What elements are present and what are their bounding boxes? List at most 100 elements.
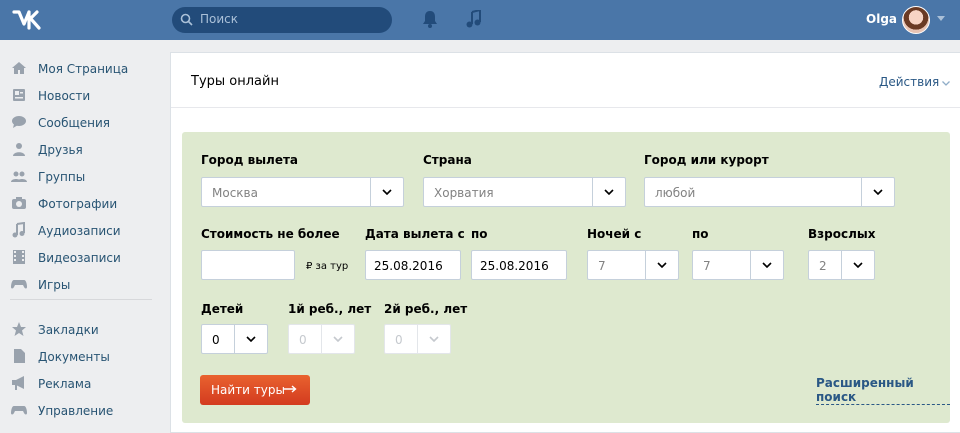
sidebar-item-manage[interactable]: Управление [0,397,160,423]
sidebar-item-label: Группы [38,170,86,184]
top-bar: Поиск Olga [0,0,960,40]
adults-select[interactable]: 2 [808,250,875,280]
chevron-down-icon [873,189,883,195]
document-icon [14,349,25,363]
sidebar-item-friends[interactable]: Друзья [0,136,160,162]
gamepad-icon [11,406,27,415]
adults-label: Взрослых [808,227,876,241]
sidebar-item-photos[interactable]: Фотографии [0,190,160,216]
avatar[interactable] [902,6,930,34]
chevron-down-icon [762,262,772,268]
tour-search-form: Город вылета Москва Страна Хорватия Горо… [182,132,950,423]
news-icon [13,89,25,101]
date-to-label: по [471,227,488,241]
sidebar-item-label: Фотографии [38,197,118,211]
dropdown-button[interactable] [841,251,874,279]
sidebar-item-messages[interactable]: Сообщения [0,109,160,135]
date-from-label: Дата вылета с [365,227,465,241]
sidebar-item-label: Документы [38,350,110,364]
sidebar-item-ads[interactable]: Реклама [0,370,160,396]
gamepad-icon [11,280,27,289]
nights-to-select[interactable]: 7 [692,250,784,280]
sidebar-item-label: Видеозаписи [38,251,121,265]
sidebar-item-audio[interactable]: Аудиозаписи [0,217,160,243]
actions-label: Действия [879,75,940,89]
search-input[interactable]: Поиск [172,7,392,33]
nights-from-select[interactable]: 7 [587,250,679,280]
chevron-down-icon[interactable] [937,16,945,21]
adults-value: 2 [819,259,827,273]
resort-select[interactable]: любой [644,177,895,207]
child1-age-select[interactable]: 0 [288,324,355,354]
country-value: Хорватия [434,186,494,200]
children-select[interactable]: 0 [201,324,268,354]
child2-age-value: 0 [395,333,403,347]
sidebar-item-bookmarks[interactable]: Закладки [0,316,160,342]
chevron-down-icon [333,336,343,342]
megaphone-icon [12,376,24,390]
main-panel: Туры онлайн Действия Город вылета Москва… [170,52,960,433]
sidebar-item-label: Реклама [38,377,92,391]
resort-label: Город или курорт [644,153,769,167]
sidebar-item-news[interactable]: Новости [0,82,160,108]
sidebar-item-video[interactable]: Видеозаписи [0,244,160,270]
sidebar-item-documents[interactable]: Документы [0,343,160,369]
search-icon [180,13,193,26]
dropdown-button[interactable] [370,178,403,206]
dropdown-button[interactable] [321,325,354,353]
search-placeholder: Поиск [200,12,239,26]
star-icon [12,322,26,336]
vk-logo-icon[interactable] [12,9,46,31]
dropdown-button[interactable] [417,325,450,353]
resort-value: любой [655,186,696,200]
film-icon [13,250,25,264]
chevron-down-icon [942,81,951,86]
sidebar-divider [10,299,152,300]
dropdown-button[interactable] [750,251,783,279]
arrow-right-icon [283,385,297,393]
page-title: Туры онлайн [191,74,279,89]
camera-icon [12,197,26,209]
price-input[interactable] [201,250,295,280]
date-to-input[interactable]: 25.08.2016 [471,250,567,280]
user-name[interactable]: Olga [866,12,897,26]
sidebar-item-groups[interactable]: Группы [0,163,160,189]
chevron-down-icon [429,336,439,342]
child1-age-label: 1й реб., лет [288,302,372,316]
nights-to-label: по [692,227,709,241]
sidebar-item-label: Новости [38,89,91,103]
advanced-search-link[interactable]: Расширенный поиск [816,376,950,405]
departure-city-select[interactable]: Москва [201,177,404,207]
dropdown-button[interactable] [592,178,625,206]
date-from-input[interactable]: 25.08.2016 [365,250,461,280]
sidebar-item-games[interactable]: Игры [0,271,160,297]
date-from-value: 25.08.2016 [374,259,443,273]
chevron-down-icon [246,336,256,342]
sidebar-item-label: Моя Страница [38,62,129,76]
child2-age-select[interactable]: 0 [384,324,451,354]
music-icon[interactable] [466,10,482,28]
price-unit: ₽ за тур [306,261,349,272]
actions-menu[interactable]: Действия [879,75,951,89]
departure-city-label: Город вылета [201,153,299,167]
dropdown-button[interactable] [645,251,678,279]
chevron-down-icon [853,262,863,268]
children-value: 0 [212,333,220,347]
country-select[interactable]: Хорватия [423,177,626,207]
dropdown-button[interactable] [861,178,894,206]
chevron-down-icon [604,189,614,195]
sidebar-item-my-page[interactable]: Моя Страница [0,55,160,81]
departure-city-value: Москва [212,186,258,200]
chevron-down-icon [657,262,667,268]
groups-icon [11,171,27,182]
dropdown-button[interactable] [234,325,267,353]
sidebar-item-label: Друзья [38,143,83,157]
find-tours-label: Найти туры [211,383,285,397]
sidebar-item-label: Управление [38,404,114,418]
bell-icon[interactable] [422,10,438,28]
messages-icon [12,116,26,128]
music-icon [12,222,25,238]
child1-age-value: 0 [299,333,307,347]
sidebar-item-label: Аудиозаписи [38,224,121,238]
find-tours-button[interactable]: Найти туры [200,375,310,405]
